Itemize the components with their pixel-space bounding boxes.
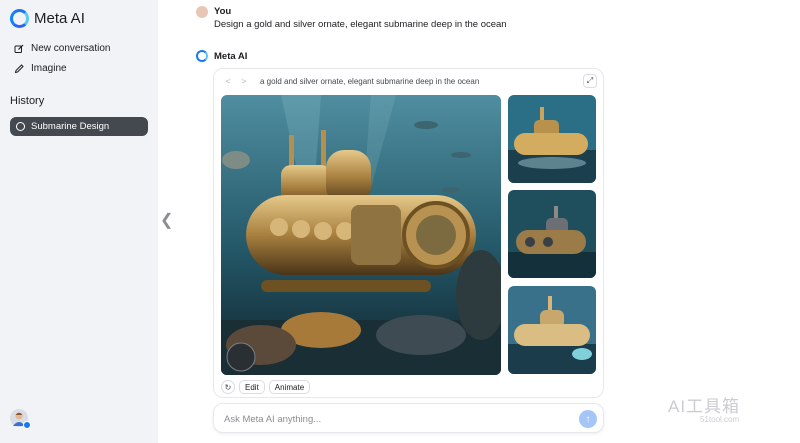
history-item-submarine-design[interactable]: Submarine Design bbox=[10, 117, 148, 136]
regenerate-icon[interactable]: ↻ bbox=[221, 380, 235, 394]
watermark-sub: 51tool.com bbox=[700, 415, 740, 424]
composer: ↑ bbox=[213, 403, 604, 433]
user-name: You bbox=[214, 6, 232, 17]
assistant-name: Meta AI bbox=[214, 50, 248, 62]
animate-button[interactable]: Animate bbox=[268, 380, 311, 394]
new-conversation-button[interactable]: New conversation bbox=[14, 43, 110, 54]
user-avatar[interactable] bbox=[10, 409, 31, 429]
thumb-image-2 bbox=[508, 190, 596, 278]
image-prompt: a gold and silver ornate, elegant submar… bbox=[260, 76, 480, 86]
collapse-sidebar-chevron-icon[interactable]: ❮ bbox=[160, 210, 173, 230]
user-message-text: Design a gold and silver ornate, elegant… bbox=[214, 19, 507, 30]
next-arrow-icon[interactable]: > bbox=[238, 75, 250, 87]
submarine-image bbox=[221, 95, 501, 375]
send-arrow-icon[interactable]: ↑ bbox=[579, 410, 597, 428]
nav-label-new-conversation: New conversation bbox=[31, 43, 111, 54]
imagine-button[interactable]: Imagine bbox=[14, 63, 67, 74]
meta-ai-logo-icon bbox=[10, 9, 29, 28]
app-name: Meta AI bbox=[34, 10, 85, 27]
edit-button[interactable]: Edit bbox=[239, 380, 265, 394]
sidebar: Meta AI New conversation Imagine History… bbox=[0, 0, 158, 443]
card-actions: ↻ Edit Animate bbox=[221, 380, 311, 394]
expand-icon[interactable]: ⤢ bbox=[583, 74, 597, 88]
generated-image-main[interactable] bbox=[221, 95, 501, 375]
user-message-avatar bbox=[196, 6, 208, 18]
image-result-card: < > a gold and silver ornate, elegant su… bbox=[213, 68, 604, 398]
generated-image-thumb-3[interactable] bbox=[508, 286, 596, 374]
logo[interactable]: Meta AI bbox=[10, 9, 85, 28]
thumb-image-1 bbox=[508, 95, 596, 183]
history-title: History bbox=[10, 95, 45, 107]
generated-image-thumb-2[interactable] bbox=[508, 190, 596, 278]
pencil-icon bbox=[14, 63, 24, 73]
history-item-label: Submarine Design bbox=[31, 121, 110, 132]
watermark-main: AI工具箱 bbox=[668, 397, 741, 416]
card-toolbar: < > a gold and silver ornate, elegant su… bbox=[222, 75, 480, 87]
thumb-image-3 bbox=[508, 286, 596, 374]
assistant-header: Meta AI bbox=[196, 50, 247, 62]
edit-icon bbox=[14, 44, 24, 53]
prev-arrow-icon[interactable]: < bbox=[222, 75, 234, 87]
meta-ai-logo-icon bbox=[196, 50, 208, 62]
generated-image-thumb-1[interactable] bbox=[508, 95, 596, 183]
chat-bubble-icon bbox=[16, 122, 25, 131]
watermark: AI工具箱 51tool.com bbox=[668, 392, 740, 424]
ask-input[interactable] bbox=[224, 412, 554, 426]
nav-label-imagine: Imagine bbox=[31, 63, 67, 74]
facebook-badge-icon bbox=[23, 421, 31, 429]
